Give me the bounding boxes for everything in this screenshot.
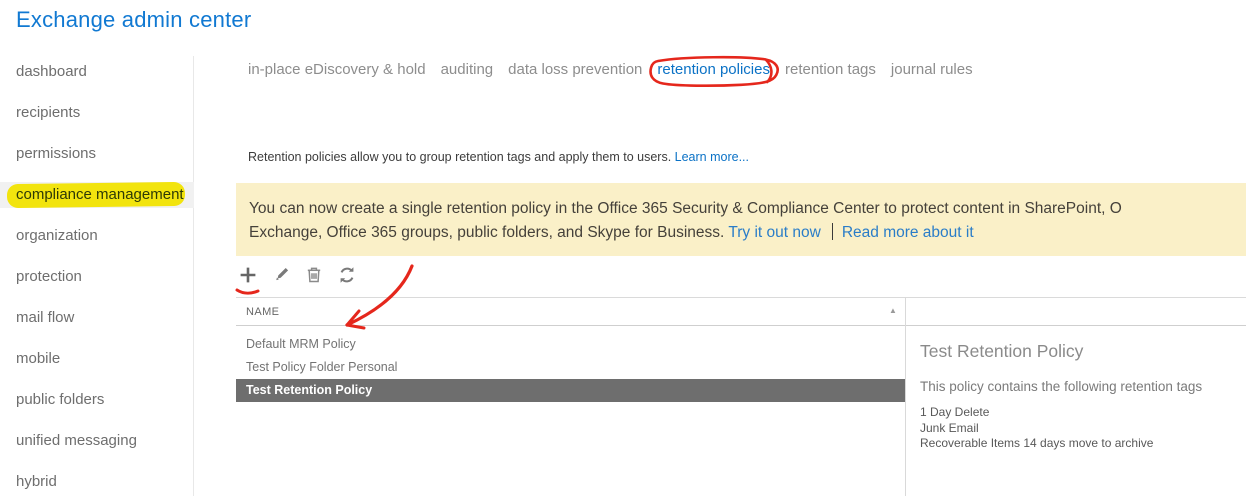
sidebar-item-compliance-management[interactable]: compliance management	[0, 182, 194, 208]
sidebar-item-mail-flow[interactable]: mail flow	[0, 305, 194, 331]
column-header-name[interactable]: NAME	[246, 306, 279, 318]
sidebar-item-protection[interactable]: protection	[0, 264, 194, 290]
list-item-test-policy-folder-personal[interactable]: Test Policy Folder Personal	[236, 356, 905, 379]
tab-retention-policies-wrap: retention policies	[657, 61, 770, 78]
tab-data-loss-prevention[interactable]: data loss prevention	[508, 61, 642, 78]
banner-line-2: Exchange, Office 365 groups, public fold…	[249, 221, 1246, 245]
toolbar	[235, 262, 360, 288]
link-divider	[832, 223, 833, 240]
sidebar-item-mobile[interactable]: mobile	[0, 346, 194, 372]
sidebar: dashboard recipients permissions complia…	[0, 59, 194, 499]
sort-ascending-icon[interactable]: ▲	[889, 306, 897, 315]
sidebar-item-public-folders[interactable]: public folders	[0, 387, 194, 413]
page-title: Exchange admin center	[16, 7, 251, 33]
intro-text: Retention policies allow you to group re…	[248, 150, 749, 164]
sidebar-item-recipients[interactable]: recipients	[0, 100, 194, 126]
retention-tag: Junk Email	[920, 421, 1236, 437]
learn-more-link[interactable]: Learn more...	[675, 150, 749, 164]
try-it-out-now-link[interactable]: Try it out now	[728, 224, 820, 241]
tab-journal-rules[interactable]: journal rules	[891, 61, 973, 78]
add-button[interactable]	[235, 262, 261, 288]
list-item-test-retention-policy[interactable]: Test Retention Policy	[236, 379, 905, 402]
info-banner: You can now create a single retention po…	[236, 183, 1246, 256]
refresh-icon	[337, 265, 357, 285]
list-column-header[interactable]: NAME ▲	[236, 297, 1246, 326]
sidebar-item-dashboard[interactable]: dashboard	[0, 59, 194, 85]
edit-button[interactable]	[268, 262, 294, 288]
pencil-icon	[271, 265, 291, 285]
details-title: Test Retention Policy	[920, 341, 1236, 362]
trash-icon	[304, 265, 324, 285]
tab-in-place-ediscovery-hold[interactable]: in-place eDiscovery & hold	[248, 61, 426, 78]
list-item-default-mrm-policy[interactable]: Default MRM Policy	[236, 333, 905, 356]
sidebar-item-unified-messaging[interactable]: unified messaging	[0, 428, 194, 454]
sidebar-item-organization[interactable]: organization	[0, 223, 194, 249]
sidebar-item-hybrid[interactable]: hybrid	[0, 469, 194, 495]
delete-button[interactable]	[301, 262, 327, 288]
tab-retention-tags[interactable]: retention tags	[785, 61, 876, 78]
tab-retention-policies[interactable]: retention policies	[657, 61, 770, 78]
details-pane: Test Retention Policy This policy contai…	[920, 341, 1236, 452]
tab-auditing[interactable]: auditing	[441, 61, 494, 78]
refresh-button[interactable]	[334, 262, 360, 288]
details-subtitle: This policy contains the following reten…	[920, 379, 1236, 394]
retention-tag: Recoverable Items 14 days move to archiv…	[920, 436, 1236, 452]
pane-divider	[905, 297, 906, 496]
read-more-link[interactable]: Read more about it	[842, 224, 974, 241]
plus-icon	[238, 265, 258, 285]
retention-tag-list: 1 Day Delete Junk Email Recoverable Item…	[920, 405, 1236, 452]
policy-list: Default MRM Policy Test Policy Folder Pe…	[236, 333, 905, 402]
banner-line-1: You can now create a single retention po…	[249, 197, 1246, 221]
red-underline-annotation	[237, 290, 258, 293]
tab-bar: in-place eDiscovery & hold auditing data…	[248, 61, 973, 78]
sidebar-item-permissions[interactable]: permissions	[0, 141, 194, 167]
retention-tag: 1 Day Delete	[920, 405, 1236, 421]
